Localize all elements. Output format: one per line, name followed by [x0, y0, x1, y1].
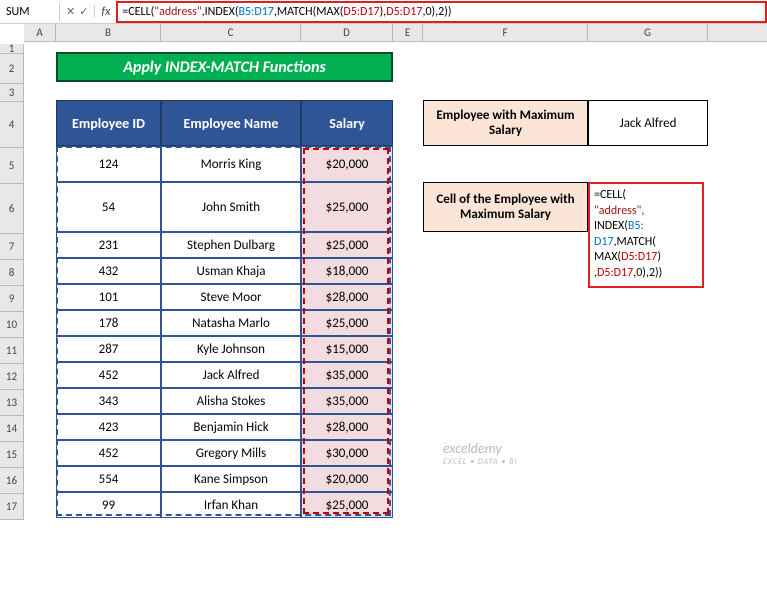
formula-bar: SUM ✕ ✓ fx =CELL("address",INDEX(B5:D17,…: [0, 0, 767, 24]
table-cell[interactable]: 101: [56, 284, 161, 310]
table-cell[interactable]: 231: [56, 232, 161, 258]
table-cell[interactable]: $18,000: [301, 258, 393, 284]
table-cell[interactable]: $15,000: [301, 336, 393, 362]
row-header-16[interactable]: 16: [0, 468, 24, 494]
row-header-5[interactable]: 5: [0, 148, 24, 184]
row-headers: 1234567891011121314151617: [0, 44, 24, 520]
table-cell[interactable]: $25,000: [301, 232, 393, 258]
table-cell[interactable]: 178: [56, 310, 161, 336]
table-cell[interactable]: Kane Simpson: [161, 466, 301, 492]
table-cell[interactable]: Kyle Johnson: [161, 336, 301, 362]
row-header-15[interactable]: 15: [0, 442, 24, 468]
table-cell[interactable]: Steve Moor: [161, 284, 301, 310]
table-cell[interactable]: 432: [56, 258, 161, 284]
row-header-10[interactable]: 10: [0, 312, 24, 338]
table-cell[interactable]: 554: [56, 466, 161, 492]
table-cell[interactable]: $25,000: [301, 182, 393, 232]
table-cell[interactable]: 124: [56, 146, 161, 182]
cancel-icon[interactable]: ✕: [66, 5, 75, 18]
table-cell[interactable]: 287: [56, 336, 161, 362]
row-header-13[interactable]: 13: [0, 390, 24, 416]
active-formula-cell[interactable]: =CELL("address",INDEX(B5:D17,MATCH(MAX(D…: [588, 182, 704, 288]
table-cell[interactable]: 54: [56, 182, 161, 232]
table-cell[interactable]: Usman Khaja: [161, 258, 301, 284]
header-name: Employee Name: [161, 100, 301, 146]
col-header-A[interactable]: A: [24, 24, 56, 41]
formula-bar-icons: ✕ ✓: [60, 5, 95, 18]
col-header-G[interactable]: G: [588, 24, 708, 41]
table-cell[interactable]: 452: [56, 440, 161, 466]
row-header-11[interactable]: 11: [0, 338, 24, 364]
table-cell[interactable]: $25,000: [301, 310, 393, 336]
row-header-8[interactable]: 8: [0, 260, 24, 286]
table-cell[interactable]: Morris King: [161, 146, 301, 182]
row-header-4[interactable]: 4: [0, 102, 24, 148]
row-header-12[interactable]: 12: [0, 364, 24, 390]
table-cell[interactable]: $28,000: [301, 414, 393, 440]
table-cell[interactable]: $28,000: [301, 284, 393, 310]
table-cell[interactable]: Gregory Mills: [161, 440, 301, 466]
table-cell[interactable]: Natasha Marlo: [161, 310, 301, 336]
spreadsheet-grid: ABCDEFG 1234567891011121314151617 Apply …: [0, 24, 767, 518]
header-salary: Salary: [301, 100, 393, 146]
name-box[interactable]: SUM: [0, 3, 60, 21]
table-cell[interactable]: $30,000: [301, 440, 393, 466]
formula-input[interactable]: =CELL("address",INDEX(B5:D17,MATCH(MAX(D…: [116, 1, 767, 23]
header-id: Employee ID: [56, 100, 161, 146]
info-cell-label: Cell of the Employee with Maximum Salary: [423, 182, 588, 232]
row-header-7[interactable]: 7: [0, 234, 24, 260]
row-header-6[interactable]: 6: [0, 184, 24, 234]
col-header-C[interactable]: C: [161, 24, 301, 41]
table-cell[interactable]: $35,000: [301, 362, 393, 388]
col-header-D[interactable]: D: [301, 24, 393, 41]
column-headers: ABCDEFG: [24, 24, 767, 42]
title-banner: Apply INDEX-MATCH Functions: [56, 52, 393, 82]
table-cell[interactable]: Irfan Khan: [161, 492, 301, 518]
table-cell[interactable]: $20,000: [301, 146, 393, 182]
table-cell[interactable]: Jack Alfred: [161, 362, 301, 388]
row-header-17[interactable]: 17: [0, 494, 24, 520]
col-header-E[interactable]: E: [393, 24, 423, 41]
row-header-2[interactable]: 2: [0, 54, 24, 84]
col-header-F[interactable]: F: [423, 24, 588, 41]
table-cell[interactable]: Stephen Dulbarg: [161, 232, 301, 258]
table-cell[interactable]: $35,000: [301, 388, 393, 414]
table-cell[interactable]: 423: [56, 414, 161, 440]
table-cell[interactable]: 343: [56, 388, 161, 414]
col-header-B[interactable]: B: [56, 24, 161, 41]
table-cell[interactable]: Benjamin Hick: [161, 414, 301, 440]
table-cell[interactable]: 99: [56, 492, 161, 518]
table-cell[interactable]: $20,000: [301, 466, 393, 492]
table-cell[interactable]: Alisha Stokes: [161, 388, 301, 414]
sheet-area[interactable]: Apply INDEX-MATCH FunctionsEmployee IDEm…: [24, 42, 708, 518]
row-header-9[interactable]: 9: [0, 286, 24, 312]
row-header-14[interactable]: 14: [0, 416, 24, 442]
fx-icon[interactable]: fx: [95, 5, 116, 19]
confirm-icon[interactable]: ✓: [79, 5, 88, 18]
table-cell[interactable]: John Smith: [161, 182, 301, 232]
watermark: exceldemyEXCEL • DATA • BI: [443, 440, 518, 467]
info-max-label: Employee with Maximum Salary: [423, 100, 588, 146]
table-cell[interactable]: $25,000: [301, 492, 393, 518]
info-max-value: Jack Alfred: [588, 100, 708, 146]
row-header-3[interactable]: 3: [0, 84, 24, 102]
table-cell[interactable]: 452: [56, 362, 161, 388]
row-header-1[interactable]: 1: [0, 44, 24, 54]
